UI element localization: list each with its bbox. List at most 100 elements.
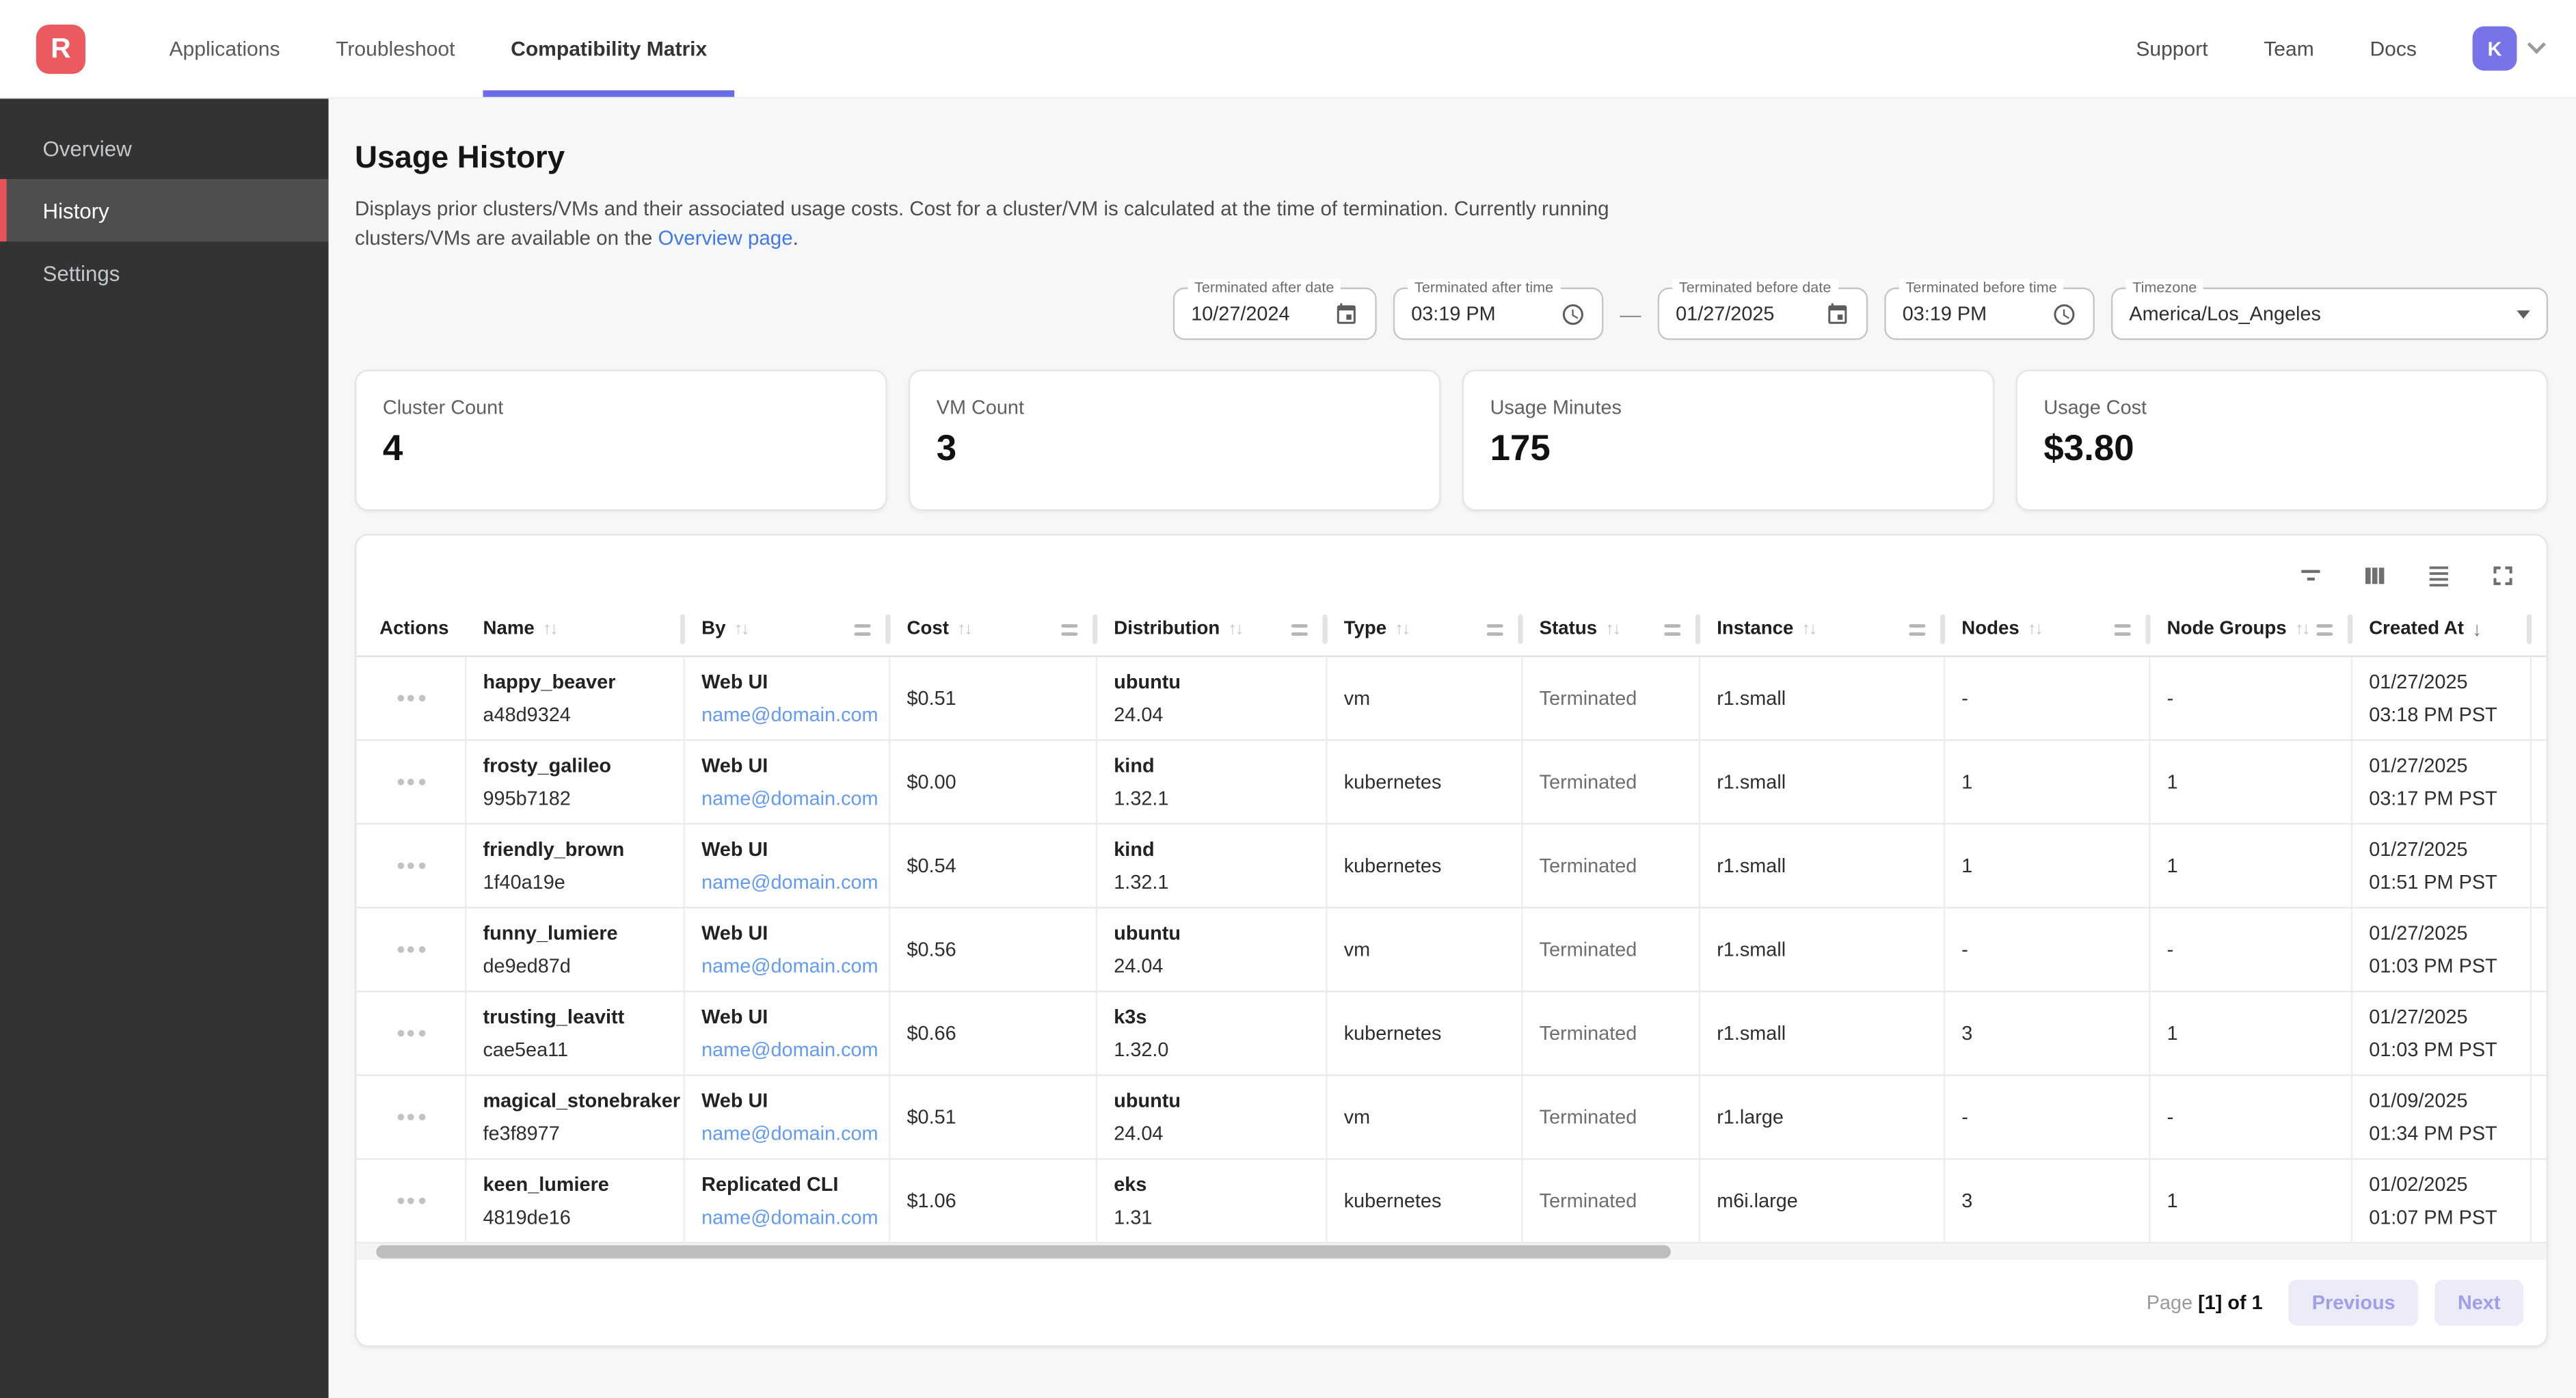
column-menu-icon[interactable] (855, 624, 871, 636)
column-separator[interactable] (2348, 615, 2352, 644)
sort-icon[interactable]: ↑↓ (2028, 619, 2041, 638)
name-cell: happy_beavera48d9324 (466, 657, 685, 739)
sort-icon[interactable]: ↑↓ (957, 619, 971, 638)
row-actions-cell[interactable] (356, 741, 466, 823)
link-docs[interactable]: Docs (2370, 37, 2416, 60)
previous-button[interactable]: Previous (2289, 1280, 2418, 1326)
row-actions-icon[interactable] (397, 695, 425, 701)
stat-label: Usage Cost (2043, 396, 2520, 419)
nodes-cell: - (1945, 1076, 2150, 1158)
column-separator[interactable] (680, 615, 685, 644)
by-email-link[interactable]: name@domain.com (701, 950, 889, 982)
row-actions-cell[interactable] (356, 824, 466, 906)
tab-applications[interactable]: Applications (142, 0, 308, 97)
terminated-before-date-field[interactable]: Terminated before date 01/27/2025 (1658, 288, 1868, 340)
column-header-cost[interactable]: Cost↑↓ (890, 602, 1097, 656)
row-actions-icon[interactable] (397, 1114, 425, 1120)
scrollbar-thumb[interactable] (376, 1246, 1671, 1259)
column-menu-icon[interactable] (1664, 624, 1680, 636)
sort-desc-icon[interactable]: ↓ (2472, 617, 2482, 640)
row-actions-icon[interactable] (397, 863, 425, 870)
by-email-link[interactable]: name@domain.com (701, 865, 889, 898)
column-menu-icon[interactable] (1291, 624, 1308, 636)
fullscreen-icon[interactable] (2489, 561, 2517, 589)
logo-letter: R (51, 32, 71, 65)
column-header-nodes[interactable]: Nodes↑↓ (1945, 602, 2150, 656)
row-actions-icon[interactable] (397, 1198, 425, 1205)
by-email-link[interactable]: name@domain.com (701, 1117, 889, 1150)
avatar[interactable]: K (2473, 26, 2517, 70)
calendar-icon[interactable] (1825, 301, 1850, 326)
column-menu-icon[interactable] (1909, 624, 1925, 636)
sort-icon[interactable]: ↑↓ (1395, 619, 1408, 638)
column-menu-icon[interactable] (1487, 624, 1503, 636)
terminated-after-date-field[interactable]: Terminated after date 10/27/2024 (1173, 288, 1377, 340)
sort-icon[interactable]: ↑↓ (2295, 619, 2309, 638)
column-menu-icon[interactable] (1061, 624, 1077, 636)
by-email-link[interactable]: name@domain.com (701, 1201, 889, 1234)
sidebar-item-settings[interactable]: Settings (0, 241, 329, 304)
column-separator[interactable] (1518, 615, 1522, 644)
sort-icon[interactable]: ↑↓ (734, 619, 747, 638)
sidebar-item-overview[interactable]: Overview (0, 117, 329, 179)
column-menu-icon[interactable] (2115, 624, 2131, 636)
tab-troubleshoot[interactable]: Troubleshoot (308, 0, 483, 97)
by-email-link[interactable]: name@domain.com (701, 698, 889, 731)
created-date: 01/27/2025 (2369, 1000, 2530, 1033)
link-support[interactable]: Support (2136, 37, 2208, 60)
column-separator[interactable] (1092, 615, 1097, 644)
column-header-created-at[interactable]: Created At↓ (2352, 602, 2532, 656)
top-right-links: Support Team Docs K (2136, 26, 2576, 70)
clock-icon[interactable] (1561, 301, 1585, 326)
column-separator[interactable] (885, 615, 890, 644)
user-menu[interactable]: K (2473, 26, 2543, 70)
distribution-version: 1.31 (1114, 1201, 1326, 1234)
row-actions-cell[interactable] (356, 657, 466, 739)
columns-icon[interactable] (2361, 561, 2389, 589)
sort-icon[interactable]: ↑↓ (1605, 619, 1619, 638)
column-separator[interactable] (2527, 615, 2532, 644)
nodes-value: - (1961, 933, 2149, 966)
row-actions-icon[interactable] (397, 946, 425, 953)
cluster-name: friendly_brown (483, 833, 683, 865)
terminated-after-time-field[interactable]: Terminated after time 03:19 PM (1393, 288, 1604, 340)
row-actions-icon[interactable] (397, 1030, 425, 1037)
column-header-status[interactable]: Status↑↓ (1523, 602, 1701, 656)
horizontal-scrollbar[interactable] (356, 1244, 2546, 1260)
column-header-name[interactable]: Name↑↓ (466, 602, 685, 656)
column-separator[interactable] (1940, 615, 1945, 644)
column-separator[interactable] (2145, 615, 2150, 644)
overview-page-link[interactable]: Overview page (658, 227, 793, 250)
column-header-distribution[interactable]: Distribution↑↓ (1097, 602, 1327, 656)
by-email-link[interactable]: name@domain.com (701, 782, 889, 815)
row-actions-cell[interactable] (356, 992, 466, 1074)
row-actions-cell[interactable] (356, 909, 466, 991)
column-separator[interactable] (1322, 615, 1327, 644)
row-actions-cell[interactable] (356, 1160, 466, 1242)
tab-label: Troubleshoot (336, 37, 455, 60)
sidebar-item-history[interactable]: History (0, 179, 329, 241)
by-email-link[interactable]: name@domain.com (701, 1034, 889, 1066)
clock-icon[interactable] (2052, 301, 2076, 326)
sort-icon[interactable]: ↑↓ (543, 619, 556, 638)
terminated-before-time-field[interactable]: Terminated before time 03:19 PM (1884, 288, 2095, 340)
column-header-instance[interactable]: Instance↑↓ (1700, 602, 1945, 656)
tab-compatibility-matrix[interactable]: Compatibility Matrix (483, 0, 735, 97)
next-button[interactable]: Next (2434, 1280, 2523, 1326)
sort-icon[interactable]: ↑↓ (1228, 619, 1242, 638)
nodes-value: - (1961, 682, 2149, 714)
row-actions-icon[interactable] (397, 779, 425, 785)
density-icon[interactable] (2425, 561, 2453, 589)
column-header-by[interactable]: By↑↓ (685, 602, 890, 656)
timezone-select[interactable]: Timezone America/Los_Angeles (2111, 288, 2548, 340)
column-menu-icon[interactable] (2316, 624, 2333, 636)
link-team[interactable]: Team (2264, 37, 2313, 60)
column-header-node-groups[interactable]: Node Groups↑↓ (2151, 602, 2353, 656)
column-separator[interactable] (1695, 615, 1700, 644)
column-header-type[interactable]: Type↑↓ (1328, 602, 1523, 656)
filter-icon[interactable] (2296, 561, 2324, 589)
sort-icon[interactable]: ↑↓ (1801, 619, 1815, 638)
calendar-icon[interactable] (1334, 301, 1358, 326)
replicated-logo[interactable]: R (36, 24, 85, 73)
row-actions-cell[interactable] (356, 1076, 466, 1158)
